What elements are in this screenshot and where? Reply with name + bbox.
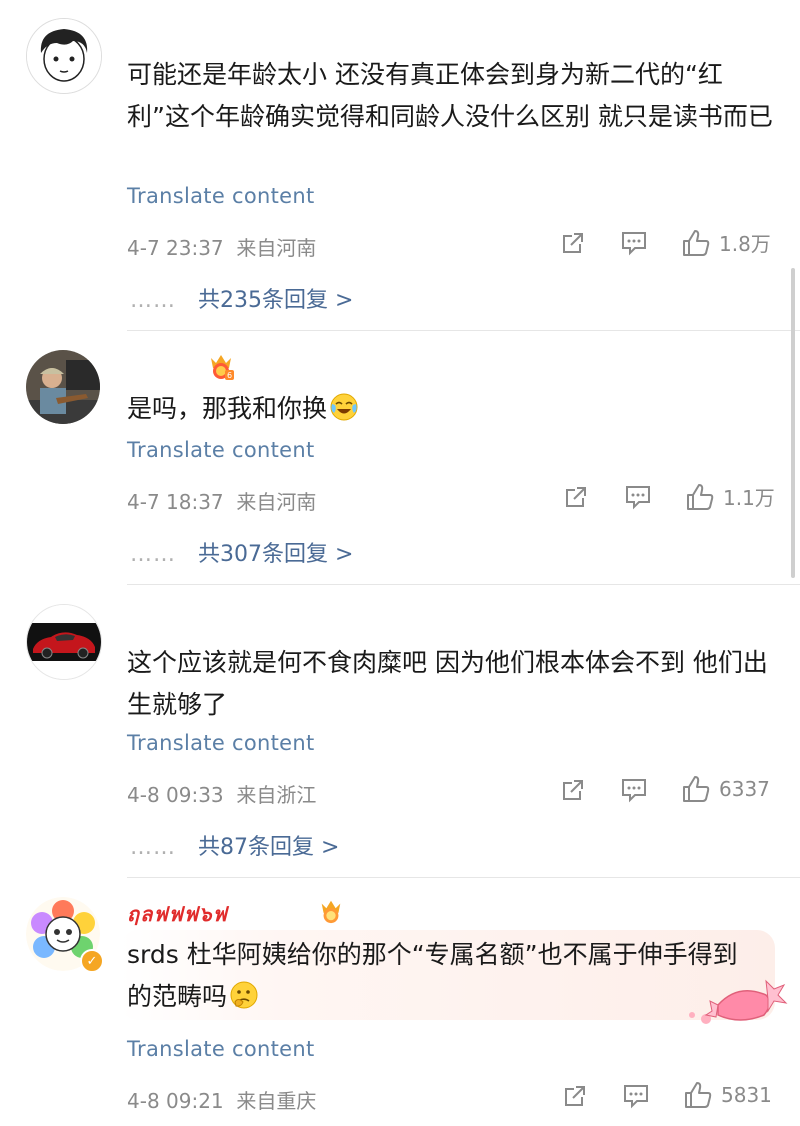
candy-sticker-icon — [689, 979, 788, 1024]
divider — [127, 584, 800, 585]
like-count-3: 6337 — [719, 777, 770, 801]
share-button-4[interactable] — [562, 1083, 588, 1109]
comment-2-time: 4-7 18:37 — [127, 490, 224, 514]
replies-label-3: 共87条回复 > — [198, 835, 340, 860]
like-button-2[interactable]: 1.1万 — [685, 482, 775, 511]
like-count-2: 1.1万 — [723, 486, 775, 510]
red-car-avatar-icon — [27, 605, 101, 679]
share-button-1[interactable] — [560, 230, 586, 256]
comment-1-time: 4-7 23:37 — [127, 236, 224, 260]
comment-2-meta: 4-7 18:37 来自河南 — [127, 486, 316, 515]
reply-dots: …… — [130, 835, 176, 860]
comment-icon — [624, 1085, 648, 1109]
reply-button-2[interactable] — [624, 484, 652, 510]
view-replies-1[interactable]: …… 共235条回复 > — [130, 282, 353, 314]
share-icon — [563, 780, 583, 800]
like-button-4[interactable]: 5831 — [683, 1081, 772, 1109]
comment-4-text: srds 杜华阿姨给你的那个“专属名额”也不属于伸手得到的范畴吗 — [127, 940, 738, 1011]
comment-icon — [622, 232, 646, 256]
avatar-comment-1[interactable] — [26, 18, 102, 94]
comment-4-meta: 4-8 09:21 来自重庆 — [127, 1085, 316, 1114]
reply-button-1[interactable] — [620, 230, 648, 256]
comment-1-meta: 4-7 23:37 来自河南 — [127, 232, 316, 261]
share-icon — [566, 487, 586, 507]
photo-avatar-icon — [26, 350, 100, 424]
view-replies-2[interactable]: …… 共307条回复 > — [130, 536, 353, 568]
translate-link-1[interactable]: Translate content — [127, 184, 315, 208]
reply-dots: …… — [130, 542, 176, 567]
vip-medal-icon: 6 — [208, 352, 234, 380]
comment-1-text: 可能还是年龄太小 还没有真正体会到身为新二代的“红利”这个年龄确实觉得和同龄人没… — [127, 60, 773, 131]
comment-2-location: 来自河南 — [236, 490, 317, 514]
comment-3-meta: 4-8 09:33 来自浙江 — [127, 779, 316, 808]
share-icon — [563, 233, 583, 253]
comment-4-time: 4-8 09:21 — [127, 1089, 224, 1113]
reply-button-3[interactable] — [620, 777, 648, 803]
translate-link-3[interactable]: Translate content — [127, 731, 315, 755]
svg-text:6: 6 — [227, 371, 232, 380]
share-button-3[interactable] — [560, 777, 586, 803]
scrollbar[interactable] — [791, 268, 795, 578]
thumbs-up-icon — [683, 776, 710, 802]
avatar-comment-4[interactable]: ✓ — [26, 897, 104, 973]
avatar-comment-2[interactable] — [26, 350, 100, 424]
divider — [127, 330, 800, 331]
reply-dots: …… — [130, 288, 176, 313]
user-nickname: ฤลฟฟฟ๖ฟ — [127, 902, 228, 926]
comment-1-location: 来自河南 — [236, 236, 317, 260]
share-icon — [565, 1086, 585, 1106]
translate-link-2[interactable]: Translate content — [127, 438, 315, 462]
comment-3-location: 来自浙江 — [236, 783, 317, 807]
like-button-3[interactable]: 6337 — [681, 775, 770, 803]
thumbs-up-icon — [683, 229, 710, 256]
replies-label-1: 共235条回复 > — [198, 288, 354, 313]
reply-button-4[interactable] — [622, 1083, 650, 1109]
like-count-4: 5831 — [721, 1083, 772, 1107]
comment-2-text-line: 是吗，那我和你换 — [127, 388, 777, 430]
comment-icon — [622, 779, 646, 803]
thumbs-up-icon — [685, 1082, 712, 1108]
translate-link-4[interactable]: Translate content — [127, 1037, 315, 1061]
view-replies-3[interactable]: …… 共87条回复 > — [130, 829, 339, 861]
comment-4-location: 来自重庆 — [236, 1089, 317, 1113]
comment-icon — [626, 486, 650, 510]
laughing-crying-emoji-icon — [330, 393, 358, 421]
divider — [127, 877, 800, 878]
thumbs-up-icon — [687, 483, 714, 510]
cartoon-boy-avatar-icon — [27, 19, 101, 93]
verified-badge-icon: ✓ — [80, 949, 104, 973]
comment-3-text: 这个应该就是何不食肉糜吧 因为他们根本体会不到 他们出生就够了 — [127, 648, 768, 719]
like-count-1: 1.8万 — [719, 232, 771, 256]
thinking-emoji-icon — [230, 981, 258, 1009]
comment-3-time: 4-8 09:33 — [127, 783, 224, 807]
comment-2-text: 是吗，那我和你换 — [127, 394, 328, 423]
vip-medal-icon — [318, 898, 344, 924]
share-button-2[interactable] — [563, 484, 589, 510]
comment-4-text-line: srds 杜华阿姨给你的那个“专属名额”也不属于伸手得到的范畴吗 — [127, 934, 757, 1018]
replies-label-2: 共307条回复 > — [198, 542, 354, 567]
avatar-comment-3[interactable] — [26, 604, 102, 680]
like-button-1[interactable]: 1.8万 — [681, 228, 771, 257]
